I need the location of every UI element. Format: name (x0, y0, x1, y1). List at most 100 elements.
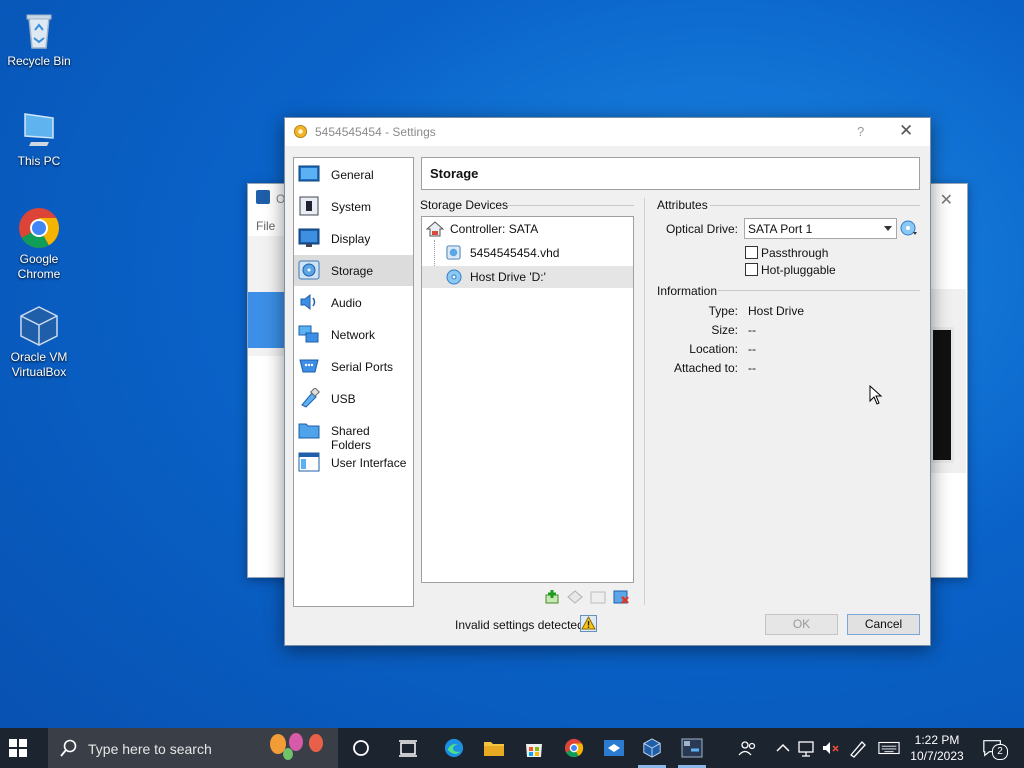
controller-label: Controller: SATA (450, 222, 539, 236)
tree-item-controller[interactable]: Controller: SATA (422, 218, 633, 240)
help-button[interactable]: ? (857, 124, 864, 139)
clock-time: 1:22 PM (914, 733, 960, 747)
desktop-icon-recycle-bin[interactable]: Recycle Bin (4, 8, 74, 69)
close-button[interactable]: ✕ (899, 121, 913, 141)
passthrough-label: Passthrough (761, 246, 829, 260)
selected-vm-row[interactable] (248, 292, 286, 348)
nav-item-audio[interactable]: Audio (294, 287, 413, 318)
pen-icon[interactable] (847, 738, 869, 758)
remove-attachment-icon[interactable] (613, 589, 629, 605)
network-tray-icon[interactable] (796, 738, 818, 758)
optical-drive-label: Optical Drive: (665, 222, 738, 236)
app-tile-icon[interactable] (603, 738, 625, 758)
panel-separator (644, 198, 645, 605)
nav-item-shared-folders[interactable]: Shared Folders (294, 415, 413, 452)
add-attachment-icon[interactable] (590, 589, 606, 605)
general-icon (298, 165, 320, 182)
virtualbox-icon (17, 304, 61, 348)
hotpluggable-label: Hot-pluggable (761, 263, 836, 277)
attached-to-value: -- (748, 361, 756, 375)
menu-file[interactable]: File (256, 219, 275, 233)
desktop-icon-label: Recycle Bin (7, 54, 71, 68)
attributes-label: Attributes (657, 198, 708, 212)
taskbar-search-box[interactable]: Type here to search (48, 728, 338, 768)
notification-count-badge: 2 (992, 744, 1008, 760)
storage-devices-label: Storage Devices (420, 198, 509, 212)
computer-icon (17, 108, 61, 152)
nav-item-system[interactable]: System (294, 191, 413, 222)
size-value: -- (748, 323, 756, 337)
hard-disk-icon (446, 245, 461, 260)
storage-tree[interactable]: Controller: SATA 5454545454.vhd Host Dri… (421, 216, 634, 583)
page-title: Storage (430, 166, 479, 181)
ok-button[interactable]: OK (765, 614, 838, 635)
vm-xp-taskbar-icon[interactable] (681, 738, 703, 758)
touch-keyboard-icon[interactable] (878, 738, 900, 758)
network-icon (298, 325, 319, 343)
hot-air-balloons-icon (270, 733, 323, 760)
desktop-icon-label: Google Chrome (17, 252, 61, 281)
volume-muted-icon[interactable] (820, 738, 842, 758)
add-controller-icon[interactable] (544, 589, 560, 605)
people-icon[interactable] (737, 738, 759, 758)
settings-dialog[interactable]: 5454545454 - Settings ? ✕ General System… (284, 117, 931, 646)
serial-ports-icon (299, 359, 319, 373)
storage-icon (298, 260, 320, 280)
warning-icon[interactable] (580, 615, 597, 632)
close-icon[interactable]: ✕ (940, 190, 953, 210)
desktop-icon-label: This PC (17, 154, 61, 168)
taskbar-clock[interactable]: 1:22 PM 10/7/2023 (906, 732, 968, 764)
divider (718, 290, 920, 291)
status-text: Invalid settings detected (455, 618, 584, 632)
usb-icon (301, 388, 320, 408)
display-icon (298, 228, 320, 247)
type-label: Type: (708, 304, 738, 318)
passthrough-checkbox[interactable] (745, 246, 758, 259)
taskbar: Type here to search 1:22 PM 10/7/2023 2 (0, 728, 1024, 768)
tree-item-vhd[interactable]: 5454545454.vhd (422, 240, 633, 276)
clock-date: 10/7/2023 (910, 749, 964, 763)
search-icon (60, 739, 77, 757)
optical-drive-select[interactable]: SATA Port 1 (744, 218, 897, 239)
system-icon (299, 196, 319, 216)
remove-controller-icon[interactable] (567, 589, 583, 605)
recycle-bin-icon (17, 8, 61, 52)
controller-icon (426, 221, 444, 237)
location-label: Location: (689, 342, 738, 356)
chrome-taskbar-icon[interactable] (563, 738, 585, 758)
desktop-icon-virtualbox[interactable]: Oracle VM VirtualBox (4, 304, 74, 380)
virtualbox-small-icon (256, 190, 270, 204)
nav-item-user-interface[interactable]: User Interface (294, 447, 413, 478)
cancel-button[interactable]: Cancel (847, 614, 920, 635)
optical-drive-value: SATA Port 1 (748, 222, 813, 236)
nav-item-storage[interactable]: Storage (294, 255, 413, 286)
chrome-icon (17, 206, 61, 250)
choose-disk-icon[interactable] (900, 219, 918, 237)
desktop-icon-label: Oracle VM VirtualBox (10, 350, 68, 379)
optical-disc-icon (446, 269, 462, 285)
nav-item-network[interactable]: Network (294, 319, 413, 350)
vm-preview (930, 327, 954, 463)
host-drive-label: Host Drive 'D:' (470, 270, 546, 284)
divider (710, 205, 920, 206)
chevron-up-icon[interactable] (772, 738, 794, 758)
task-view-cortana-icon[interactable] (350, 738, 372, 758)
edge-icon[interactable] (443, 738, 465, 758)
task-view-icon[interactable] (397, 738, 419, 758)
desktop-icon-google-chrome[interactable]: Google Chrome (4, 206, 74, 282)
windows-start-icon[interactable] (8, 738, 28, 758)
file-explorer-icon[interactable] (483, 738, 505, 758)
virtualbox-taskbar-icon[interactable] (641, 738, 663, 758)
chevron-down-icon (884, 226, 892, 231)
audio-icon (300, 293, 316, 311)
nav-item-serial-ports[interactable]: Serial Ports (294, 351, 413, 382)
hotpluggable-checkbox[interactable] (745, 263, 758, 276)
nav-item-display[interactable]: Display (294, 223, 413, 254)
shared-folders-icon (298, 423, 320, 439)
mouse-cursor-icon (869, 385, 883, 405)
microsoft-store-icon[interactable] (523, 738, 545, 758)
tree-item-host-drive[interactable]: Host Drive 'D:' (422, 266, 633, 288)
nav-item-general[interactable]: General (294, 159, 413, 190)
desktop-icon-this-pc[interactable]: This PC (4, 108, 74, 169)
nav-item-usb[interactable]: USB (294, 383, 413, 414)
